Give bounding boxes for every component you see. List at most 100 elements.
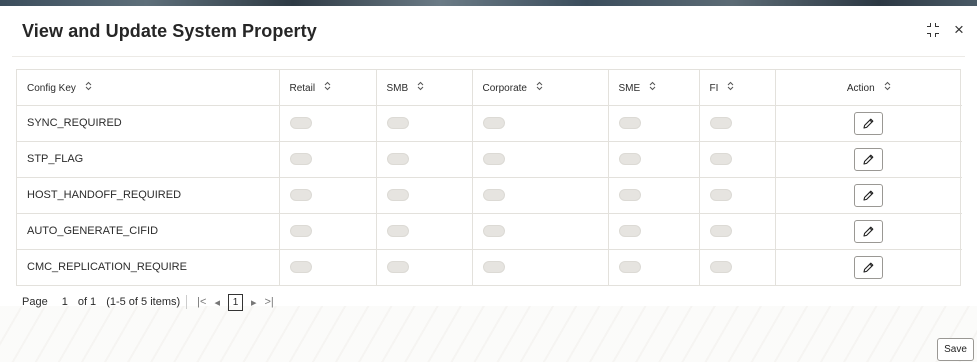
column-header-smb[interactable]: SMB: [376, 70, 473, 106]
fi-cell: [699, 249, 776, 285]
sme-toggle[interactable]: [618, 189, 641, 202]
sme-toggle[interactable]: [618, 225, 641, 238]
page-number: 1: [61, 296, 68, 308]
smb-toggle[interactable]: [386, 153, 409, 166]
table-row: HOST_HANDOFF_REQUIRED: [17, 177, 962, 214]
corporate-toggle[interactable]: [482, 189, 505, 202]
fi-toggle[interactable]: [709, 153, 732, 166]
sort-icon[interactable]: [324, 81, 331, 93]
sme-toggle[interactable]: [618, 153, 641, 166]
retail-cell: [279, 213, 377, 250]
column-header-sme[interactable]: SME: [608, 70, 700, 106]
edit-button[interactable]: [854, 219, 884, 243]
config-key-cell: AUTO_GENERATE_CIFID: [17, 213, 280, 250]
fi-toggle[interactable]: [709, 117, 732, 130]
collapse-icon[interactable]: [925, 22, 941, 38]
dialog-header-actions: ×: [925, 21, 967, 38]
column-header-corporate[interactable]: Corporate: [472, 70, 609, 106]
column-header-label: Config Key: [27, 82, 76, 94]
sort-icon[interactable]: [536, 81, 543, 93]
column-header-label: Corporate: [482, 82, 527, 94]
fi-toggle[interactable]: [709, 261, 732, 274]
retail-toggle[interactable]: [289, 117, 312, 130]
config-key-cell: HOST_HANDOFF_REQUIRED: [17, 177, 280, 214]
pencil-icon: [863, 154, 874, 165]
save-button[interactable]: Save: [937, 338, 974, 361]
sme-cell: [608, 213, 700, 250]
column-header-label: SMB: [386, 82, 409, 94]
header-divider: [12, 56, 965, 57]
dialog-background-pattern: [0, 306, 977, 362]
corporate-toggle[interactable]: [482, 117, 505, 130]
smb-cell: [376, 141, 473, 178]
column-header-retail[interactable]: Retail: [279, 70, 377, 106]
fi-cell: [699, 177, 776, 214]
last-page-icon[interactable]: >|: [265, 296, 274, 308]
sme-toggle[interactable]: [618, 117, 641, 130]
smb-cell: [376, 105, 473, 142]
sort-icon[interactable]: [85, 81, 92, 93]
smb-toggle[interactable]: [386, 117, 409, 130]
retail-toggle[interactable]: [289, 153, 312, 166]
first-page-icon[interactable]: |<: [197, 296, 206, 308]
table-row: AUTO_GENERATE_CIFID: [17, 213, 962, 250]
fi-cell: [699, 141, 776, 178]
previous-page-icon[interactable]: ◂: [214, 296, 220, 309]
retail-toggle[interactable]: [289, 225, 312, 238]
action-cell: [775, 213, 962, 250]
sort-icon[interactable]: [884, 81, 891, 93]
retail-cell: [279, 141, 377, 178]
smb-toggle[interactable]: [386, 225, 409, 238]
dialog-title: View and Update System Property: [22, 21, 317, 41]
sme-cell: [608, 249, 700, 285]
corporate-toggle[interactable]: [482, 225, 505, 238]
column-header-label: Action: [846, 82, 875, 94]
corporate-toggle[interactable]: [482, 153, 505, 166]
system-property-dialog: View and Update System Property × Config…: [0, 6, 977, 362]
column-header-label: Retail: [289, 82, 316, 94]
smb-cell: [376, 249, 473, 285]
column-header-fi[interactable]: FI: [699, 70, 776, 106]
retail-toggle[interactable]: [289, 189, 312, 202]
column-header-label: FI: [709, 82, 719, 94]
table-body: SYNC_REQUIRED STP_FLAG HOST_HANDOFF_REQUIR…: [17, 105, 962, 285]
config-key-cell: SYNC_REQUIRED: [17, 105, 280, 142]
pencil-icon: [863, 226, 874, 237]
config-key-cell: STP_FLAG: [17, 141, 280, 178]
close-icon[interactable]: ×: [951, 21, 967, 38]
corporate-toggle[interactable]: [482, 261, 505, 274]
edit-button[interactable]: [854, 255, 884, 279]
system-property-table: Config Key Retail SMB Corporate SME FI Action …: [16, 69, 962, 286]
corporate-cell: [472, 105, 609, 142]
action-cell: [775, 105, 962, 142]
items-count-label: (1-5 of 5 items): [106, 296, 181, 308]
sort-icon[interactable]: [649, 81, 656, 93]
edit-button[interactable]: [854, 111, 884, 135]
current-page-button[interactable]: 1: [227, 293, 243, 311]
column-header-action[interactable]: Action: [775, 70, 962, 106]
edit-button[interactable]: [854, 183, 884, 207]
sme-cell: [608, 177, 700, 214]
smb-cell: [376, 177, 473, 214]
action-cell: [775, 141, 962, 178]
sort-icon[interactable]: [417, 81, 424, 93]
corporate-cell: [472, 213, 609, 250]
smb-toggle[interactable]: [386, 261, 409, 274]
edit-button[interactable]: [854, 147, 884, 171]
fi-toggle[interactable]: [709, 189, 732, 202]
next-page-icon[interactable]: ▸: [251, 296, 257, 309]
retail-cell: [279, 249, 377, 285]
fi-toggle[interactable]: [709, 225, 732, 238]
sme-cell: [608, 105, 700, 142]
retail-toggle[interactable]: [289, 261, 312, 274]
smb-toggle[interactable]: [386, 189, 409, 202]
pagination-divider: [186, 295, 188, 309]
pencil-icon: [863, 262, 874, 273]
sort-icon[interactable]: [727, 81, 734, 93]
table-row: CMC_REPLICATION_REQUIRE: [17, 249, 962, 285]
sme-toggle[interactable]: [618, 261, 641, 274]
page-label: Page: [22, 296, 48, 308]
column-header-config-key[interactable]: Config Key: [17, 70, 280, 106]
pencil-icon: [863, 118, 874, 129]
corporate-cell: [472, 177, 609, 214]
